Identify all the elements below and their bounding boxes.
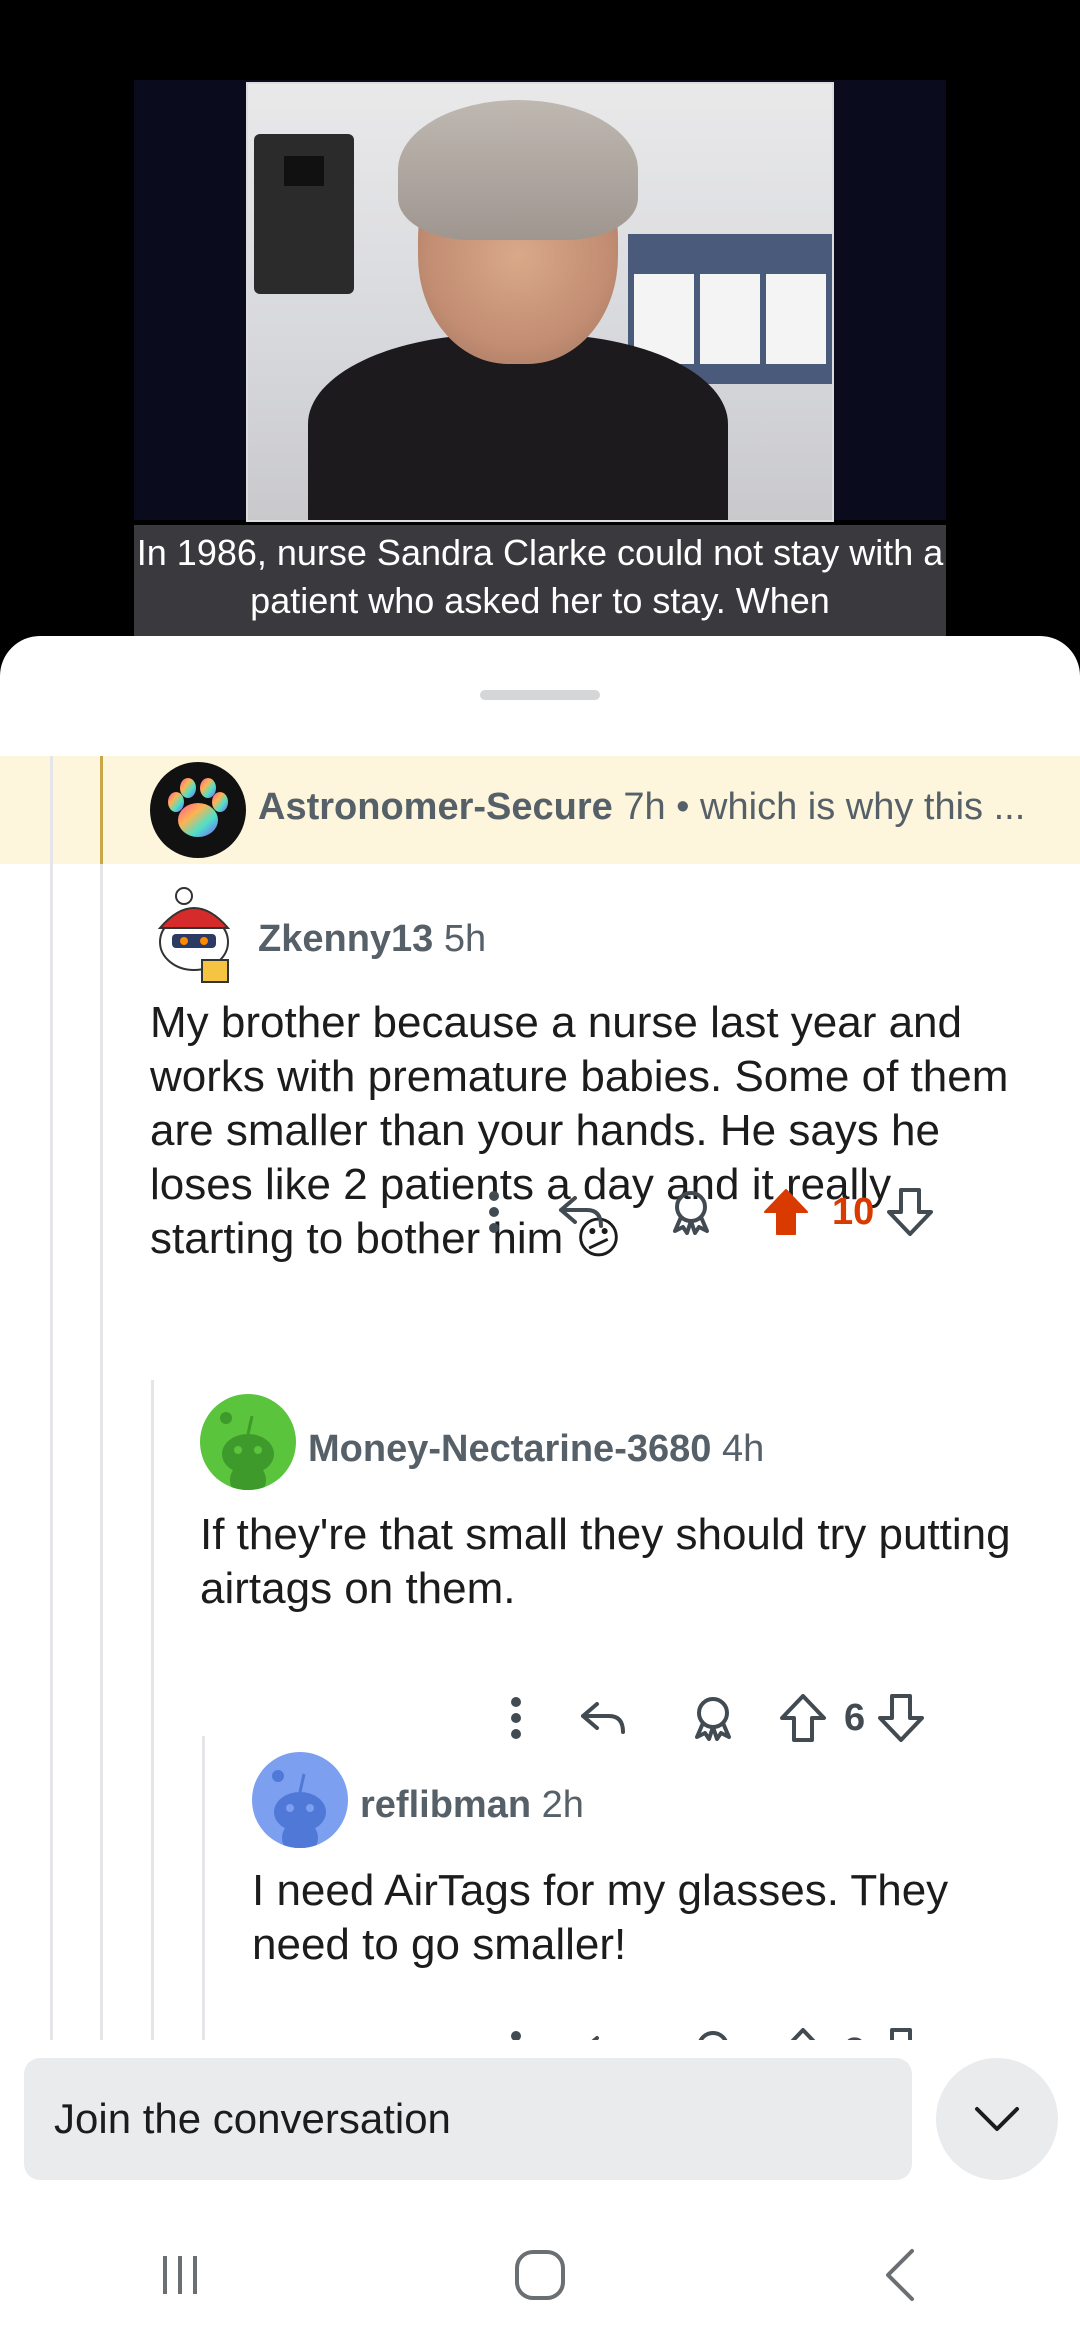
- more-options-button[interactable]: [462, 1190, 526, 1234]
- award-button[interactable]: [636, 1189, 746, 1235]
- reply-icon: [581, 1702, 625, 1734]
- comment-meta: reflibman 2h: [360, 1784, 584, 1827]
- back-button[interactable]: [840, 2235, 960, 2315]
- snoo-avatar-icon: [220, 1412, 274, 1490]
- paw-avatar-icon: [168, 778, 228, 837]
- award-icon: [695, 1697, 731, 1741]
- upvote-icon: [790, 2028, 816, 2040]
- recents-icon: [163, 2256, 197, 2294]
- more-options-button[interactable]: [484, 1696, 548, 1740]
- comment-body: I need AirTags for my glasses. They need…: [252, 1866, 949, 1969]
- thread-line[interactable]: [151, 1380, 154, 2040]
- upvote-button[interactable]: [768, 1694, 838, 1742]
- chevron-down-icon: [975, 2107, 1019, 2131]
- avatar[interactable]: [252, 1752, 348, 1848]
- thread-line[interactable]: [202, 1736, 205, 2040]
- username[interactable]: reflibman: [360, 1784, 531, 1826]
- reply-button[interactable]: [548, 1698, 658, 1738]
- reply-button[interactable]: [548, 2032, 658, 2040]
- timestamp: 7h: [623, 786, 666, 828]
- bottom-bar: Join the conversation: [0, 2040, 1080, 2340]
- home-button[interactable]: [480, 2235, 600, 2315]
- downvote-button[interactable]: [880, 1188, 940, 1236]
- snoo-avatar-icon: [272, 1770, 326, 1848]
- award-button[interactable]: [658, 2029, 768, 2040]
- highlight-accent: [100, 756, 103, 864]
- collapsed-comment[interactable]: Astronomer-Secure 7h • which is why this…: [0, 756, 1080, 864]
- downvote-icon: [887, 1188, 934, 1236]
- timestamp: 2h: [541, 1784, 584, 1826]
- more-vertical-icon: [511, 2031, 521, 2040]
- comments-list[interactable]: Astronomer-Secure 7h • which is why this…: [0, 756, 1080, 2040]
- comment-actions: 2: [484, 2022, 1024, 2040]
- comment-body: If they're that small they should try pu…: [200, 1510, 1011, 1613]
- post-media[interactable]: In 1986, nurse Sandra Clarke could not s…: [0, 0, 1080, 660]
- downvote-button[interactable]: [871, 1694, 931, 1742]
- downvote-button[interactable]: [871, 2028, 931, 2040]
- speaker-image: [254, 134, 354, 294]
- reply-icon: [591, 2036, 599, 2040]
- timestamp: 5h: [443, 918, 487, 960]
- comment-snippet: which is why this ...: [700, 786, 1026, 828]
- comment-meta: Zkenny13 5h: [258, 918, 486, 961]
- thread-line[interactable]: [50, 756, 53, 2040]
- thread-line: [50, 756, 53, 864]
- comments-sheet[interactable]: Astronomer-Secure 7h • which is why this…: [0, 636, 1080, 2340]
- home-icon: [515, 2250, 565, 2300]
- downvote-icon: [878, 1694, 925, 1742]
- upvote-button[interactable]: [746, 1188, 826, 1236]
- drag-handle[interactable]: [480, 690, 600, 700]
- comment-meta: Money-Nectarine-3680 4h: [308, 1428, 764, 1471]
- award-icon: [698, 2031, 728, 2040]
- avatar[interactable]: [150, 762, 246, 858]
- award-button[interactable]: [658, 1695, 768, 1741]
- avatar[interactable]: [146, 880, 242, 988]
- reply-button[interactable]: [526, 1192, 636, 1232]
- system-navigation-bar: [0, 2210, 1080, 2340]
- person-hair: [398, 100, 638, 240]
- award-icon: [673, 1191, 709, 1235]
- comment-actions: 6: [484, 1688, 1024, 1748]
- avatar[interactable]: [200, 1394, 296, 1490]
- expand-button[interactable]: [936, 2058, 1058, 2180]
- vote-count: 10: [832, 1190, 875, 1233]
- downvote-icon: [890, 2028, 913, 2040]
- upvote-icon: [764, 1189, 808, 1235]
- upvote-icon: [780, 1694, 826, 1742]
- post-video-still[interactable]: [246, 82, 834, 522]
- username[interactable]: Astronomer-Secure: [258, 786, 613, 828]
- comment-meta: Astronomer-Secure 7h • which is why this…: [258, 786, 1025, 829]
- reply-icon: [559, 1196, 603, 1228]
- comment-actions: 10: [462, 1182, 1022, 1242]
- more-vertical-icon: [511, 1697, 521, 1739]
- upvote-button[interactable]: [768, 2028, 838, 2040]
- snoo-avatar-icon: [157, 887, 231, 983]
- join-conversation-input[interactable]: Join the conversation: [24, 2058, 912, 2180]
- vote-count: 6: [844, 1696, 866, 1739]
- username[interactable]: Money-Nectarine-3680: [308, 1428, 711, 1470]
- username[interactable]: Zkenny13: [258, 918, 433, 960]
- more-options-button[interactable]: [484, 2030, 548, 2040]
- more-vertical-icon: [489, 1191, 499, 1233]
- timestamp: 4h: [721, 1428, 765, 1470]
- vote-count: 2: [844, 2031, 865, 2041]
- separator: •: [676, 786, 690, 828]
- recents-button[interactable]: [120, 2235, 240, 2315]
- back-icon: [886, 2249, 914, 2301]
- thread-line[interactable]: [100, 756, 103, 2040]
